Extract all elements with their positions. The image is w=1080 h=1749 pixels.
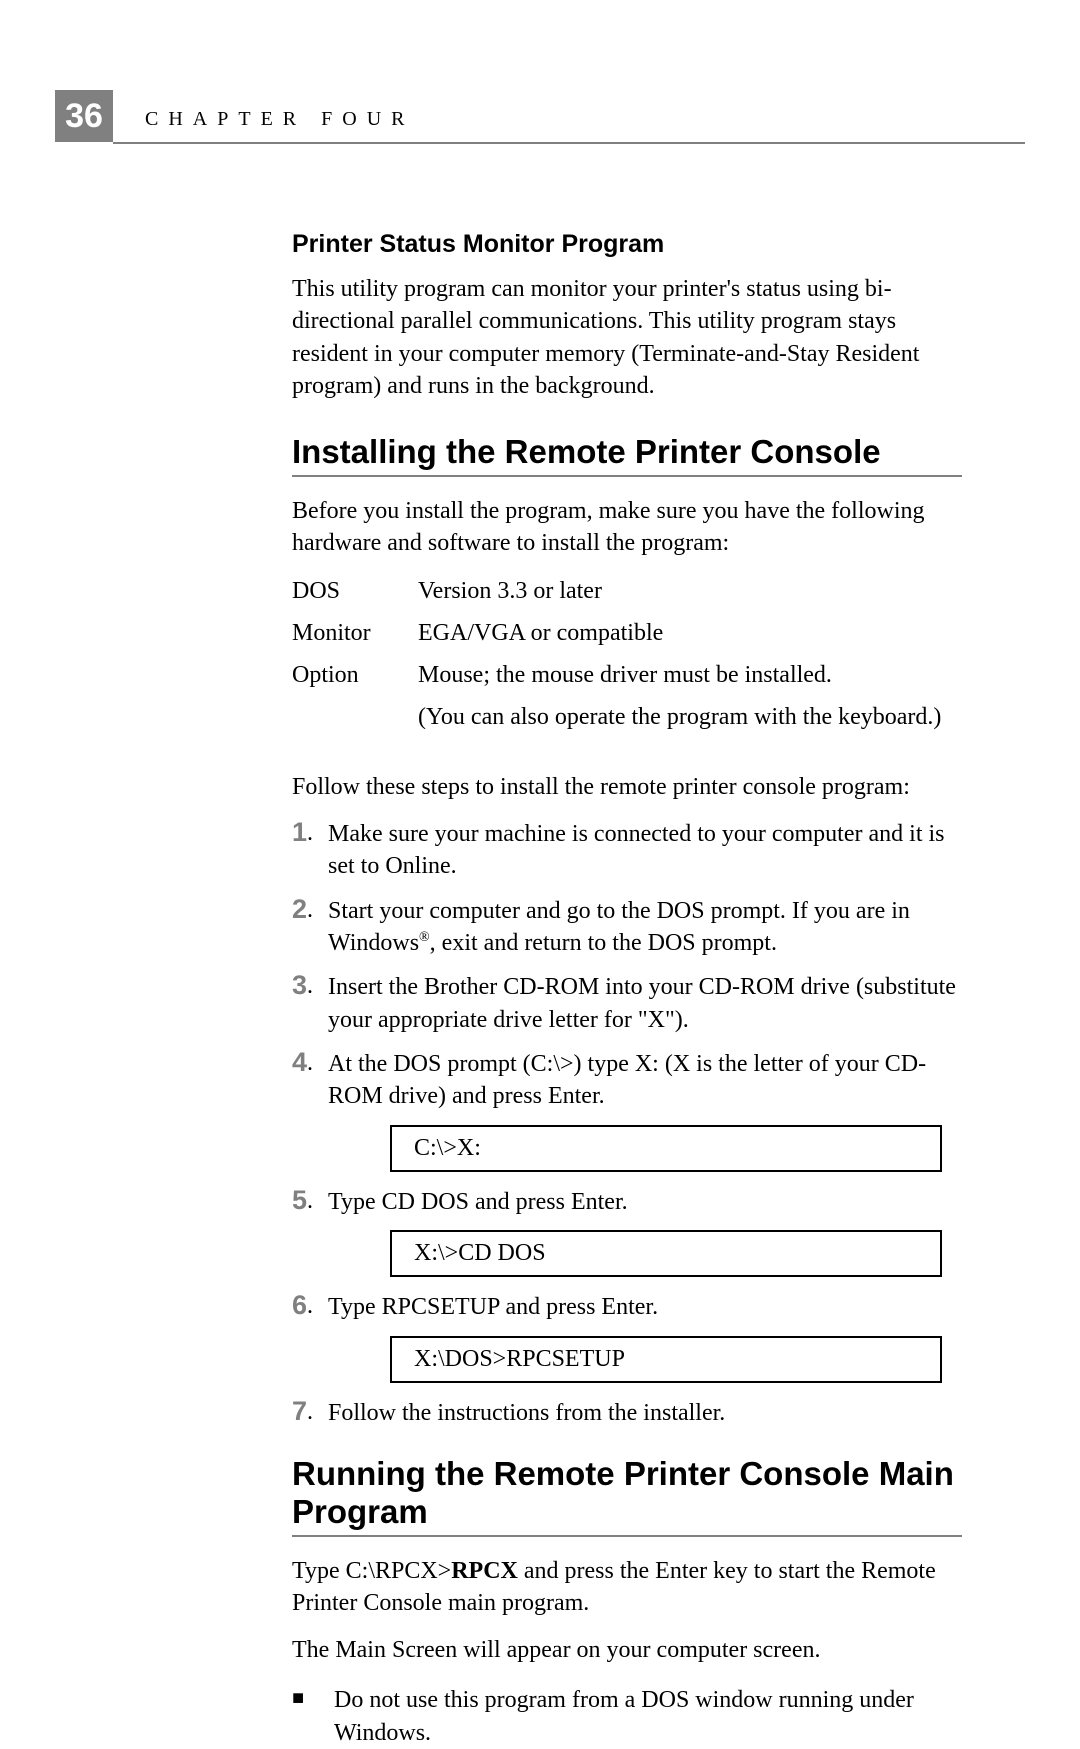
- step-number-icon: 6: [292, 1291, 328, 1321]
- requirement-value: (You can also operate the program with t…: [418, 699, 962, 735]
- step-number-icon: 4: [292, 1048, 328, 1078]
- step-text: Follow the instructions from the install…: [328, 1397, 962, 1429]
- step-number-icon: 2: [292, 895, 328, 925]
- requirement-label: Monitor: [292, 615, 418, 651]
- running-command: RPCX: [451, 1558, 518, 1584]
- step-7: 7 Follow the instructions from the insta…: [292, 1397, 962, 1429]
- step-number-icon: 3: [292, 971, 328, 1001]
- running-paragraph-2: The Main Screen will appear on your comp…: [292, 1634, 962, 1666]
- section-rule: [292, 475, 962, 477]
- step-4: 4 At the DOS prompt (C:\>) type X: (X is…: [292, 1048, 962, 1113]
- requirement-label: [292, 699, 418, 735]
- section-heading-running: Running the Remote Printer Console Main …: [292, 1455, 962, 1531]
- step-text: Insert the Brother CD-ROM into your CD-R…: [328, 971, 962, 1036]
- step-6: 6 Type RPCSETUP and press Enter.: [292, 1291, 962, 1323]
- code-box: X:\>CD DOS: [390, 1230, 942, 1277]
- page-content: Printer Status Monitor Program This util…: [292, 230, 962, 1749]
- page-number: 36: [55, 90, 113, 142]
- step-text: At the DOS prompt (C:\>) type X: (X is t…: [328, 1048, 962, 1113]
- bullet-item: ■ Do not use this program from a DOS win…: [292, 1684, 962, 1749]
- requirement-value: EGA/VGA or compatible: [418, 615, 962, 651]
- chapter-label: CHAPTER FOUR: [145, 108, 414, 131]
- requirement-value: Version 3.3 or later: [418, 573, 962, 609]
- step-3: 3 Insert the Brother CD-ROM into your CD…: [292, 971, 962, 1036]
- step-5: 5 Type CD DOS and press Enter.: [292, 1186, 962, 1218]
- requirement-value: Mouse; the mouse driver must be installe…: [418, 657, 962, 693]
- subsection-heading-status-monitor: Printer Status Monitor Program: [292, 230, 962, 259]
- follow-steps-text: Follow these steps to install the remote…: [292, 771, 962, 803]
- step-text: Start your computer and go to the DOS pr…: [328, 895, 962, 960]
- status-monitor-paragraph: This utility program can monitor your pr…: [292, 273, 962, 403]
- step-text: Type CD DOS and press Enter.: [328, 1186, 962, 1218]
- step-1: 1 Make sure your machine is connected to…: [292, 818, 962, 883]
- requirement-row: (You can also operate the program with t…: [292, 699, 962, 735]
- installing-intro: Before you install the program, make sur…: [292, 495, 962, 560]
- requirement-row: DOS Version 3.3 or later: [292, 573, 962, 609]
- step-2: 2 Start your computer and go to the DOS …: [292, 895, 962, 960]
- code-box: X:\DOS>RPCSETUP: [390, 1336, 942, 1383]
- steps-list: 1 Make sure your machine is connected to…: [292, 818, 962, 1429]
- requirement-label: DOS: [292, 573, 418, 609]
- code-box: C:\>X:: [390, 1125, 942, 1172]
- registered-mark-icon: ®: [419, 930, 430, 945]
- step-text: Type RPCSETUP and press Enter.: [328, 1291, 962, 1323]
- bullet-text: Do not use this program from a DOS windo…: [334, 1684, 962, 1749]
- step-number-icon: 1: [292, 818, 328, 848]
- header-rule: [113, 142, 1025, 144]
- requirement-row: Monitor EGA/VGA or compatible: [292, 615, 962, 651]
- step-text: Make sure your machine is connected to y…: [328, 818, 962, 883]
- step-number-icon: 7: [292, 1397, 328, 1427]
- section-heading-installing: Installing the Remote Printer Console: [292, 433, 962, 471]
- bullet-icon: ■: [292, 1684, 334, 1712]
- requirements-table: DOS Version 3.3 or later Monitor EGA/VGA…: [292, 573, 962, 735]
- step-text-part: , exit and return to the DOS prompt.: [430, 930, 777, 956]
- running-paragraph-1: Type C:\RPCX>RPCX and press the Enter ke…: [292, 1555, 962, 1620]
- requirement-row: Option Mouse; the mouse driver must be i…: [292, 657, 962, 693]
- requirement-label: Option: [292, 657, 418, 693]
- section-rule: [292, 1535, 962, 1537]
- running-text-part: Type C:\RPCX>: [292, 1558, 451, 1584]
- step-number-icon: 5: [292, 1186, 328, 1216]
